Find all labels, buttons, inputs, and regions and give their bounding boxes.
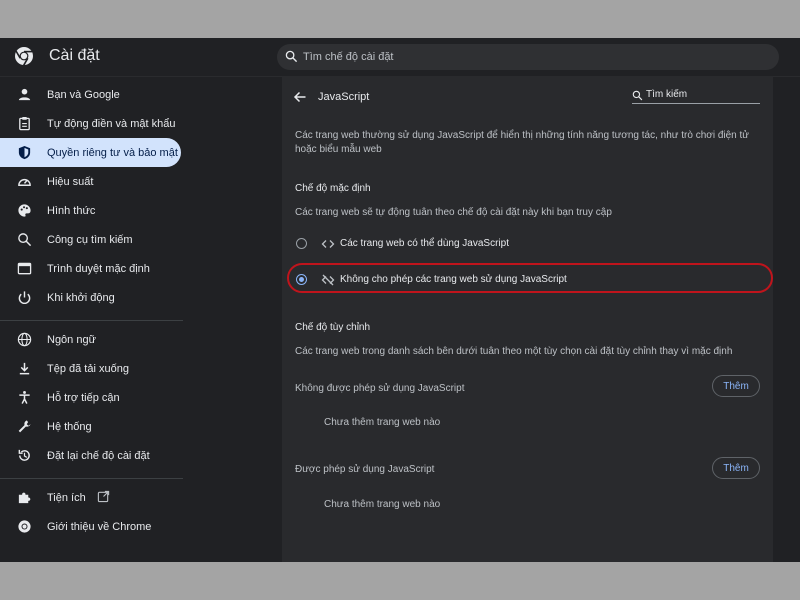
app-title: Cài đặt [49,47,100,64]
sidebar-item-you-and-google[interactable]: Bạn và Google [0,80,181,109]
default-section-subtitle: Các trang web sẽ tự động tuân theo chế đ… [295,207,612,218]
sidebar: Bạn và Google Tự động điền và mật khẩu Q… [0,76,183,562]
allowed-sites-empty-text: Chưa thêm trang web nào [324,499,441,510]
allow-javascript-radio[interactable] [296,238,307,249]
sidebar-item-privacy-security[interactable]: Quyền riêng tư và bảo mật [0,138,181,167]
sidebar-item-search-engine[interactable]: Công cụ tìm kiếm [0,225,181,254]
blocked-sites-empty-text: Chưa thêm trang web nào [324,417,441,428]
reset-icon [18,449,30,461]
sidebar-item-performance[interactable]: Hiệu suất [0,167,181,196]
add-blocked-site-button[interactable]: Thêm [712,375,760,397]
page-title: JavaScript [318,91,370,103]
sidebar-item-appearance[interactable]: Hình thức [0,196,181,225]
allow-javascript-label[interactable]: Các trang web có thể dùng JavaScript [340,237,509,251]
sidebar-divider [0,478,183,479]
palette-icon [18,204,31,217]
sidebar-item-about-chrome[interactable]: Giới thiệu về Chrome [0,512,181,541]
custom-section-heading: Chế độ tùy chỉnh [295,322,371,333]
allowed-sites-label: Được phép sử dụng JavaScript [295,464,435,475]
top-bar: Cài đặt Tìm chế độ cài đặt [0,38,800,77]
sidebar-item-reset-settings[interactable]: Đặt lại chế độ cài đặt [0,441,181,470]
chrome-icon [18,520,31,533]
browser-icon [17,262,32,275]
sidebar-item-on-startup[interactable]: Khi khởi động [0,283,181,312]
page-description: Các trang web thường sử dụng JavaScript … [295,130,749,155]
speedometer-icon [18,179,31,186]
sidebar-item-languages[interactable]: Ngôn ngữ [0,325,181,354]
accessibility-icon [19,391,30,404]
search-placeholder: Tìm chế độ cài đặt [303,51,394,63]
default-section-heading: Chế độ mặc định [295,183,371,194]
search-icon [285,50,298,63]
chrome-logo-icon [15,47,33,66]
sidebar-item-system[interactable]: Hệ thống [0,412,181,441]
settings-search-input[interactable]: Tìm chế độ cài đặt [277,44,779,70]
clipboard-icon [19,116,30,131]
back-arrow-icon[interactable] [293,90,307,104]
download-icon [19,362,30,375]
wrench-icon [18,420,31,433]
sidebar-item-default-browser[interactable]: Trình duyệt mặc định [0,254,181,283]
power-icon [18,291,31,305]
javascript-settings-panel: JavaScript Tìm kiếm Các trang web thường… [282,76,773,562]
puzzle-icon [18,492,31,504]
blocked-sites-label: Không được phép sử dụng JavaScript [295,383,465,394]
code-icon [321,240,335,248]
search-icon [632,90,643,101]
sidebar-item-autofill[interactable]: Tự động điền và mật khẩu [0,109,181,138]
globe-icon [17,332,32,347]
external-link-icon [97,490,110,503]
custom-section-subtitle: Các trang web trong danh sách bên dưới t… [295,346,733,357]
add-allowed-site-button[interactable]: Thêm [712,457,760,479]
shield-icon [18,145,31,160]
person-icon [18,88,31,101]
selected-option-highlight [287,263,773,293]
content-search-input[interactable]: Tìm kiếm [632,88,760,104]
sidebar-divider [0,320,183,321]
content-search-placeholder: Tìm kiếm [646,89,688,100]
search-icon [18,233,32,247]
sidebar-item-extensions[interactable]: Tiện ích [0,483,181,512]
sidebar-item-accessibility[interactable]: Hỗ trợ tiếp cận [0,383,181,412]
sidebar-item-downloads[interactable]: Tệp đã tải xuống [0,354,181,383]
